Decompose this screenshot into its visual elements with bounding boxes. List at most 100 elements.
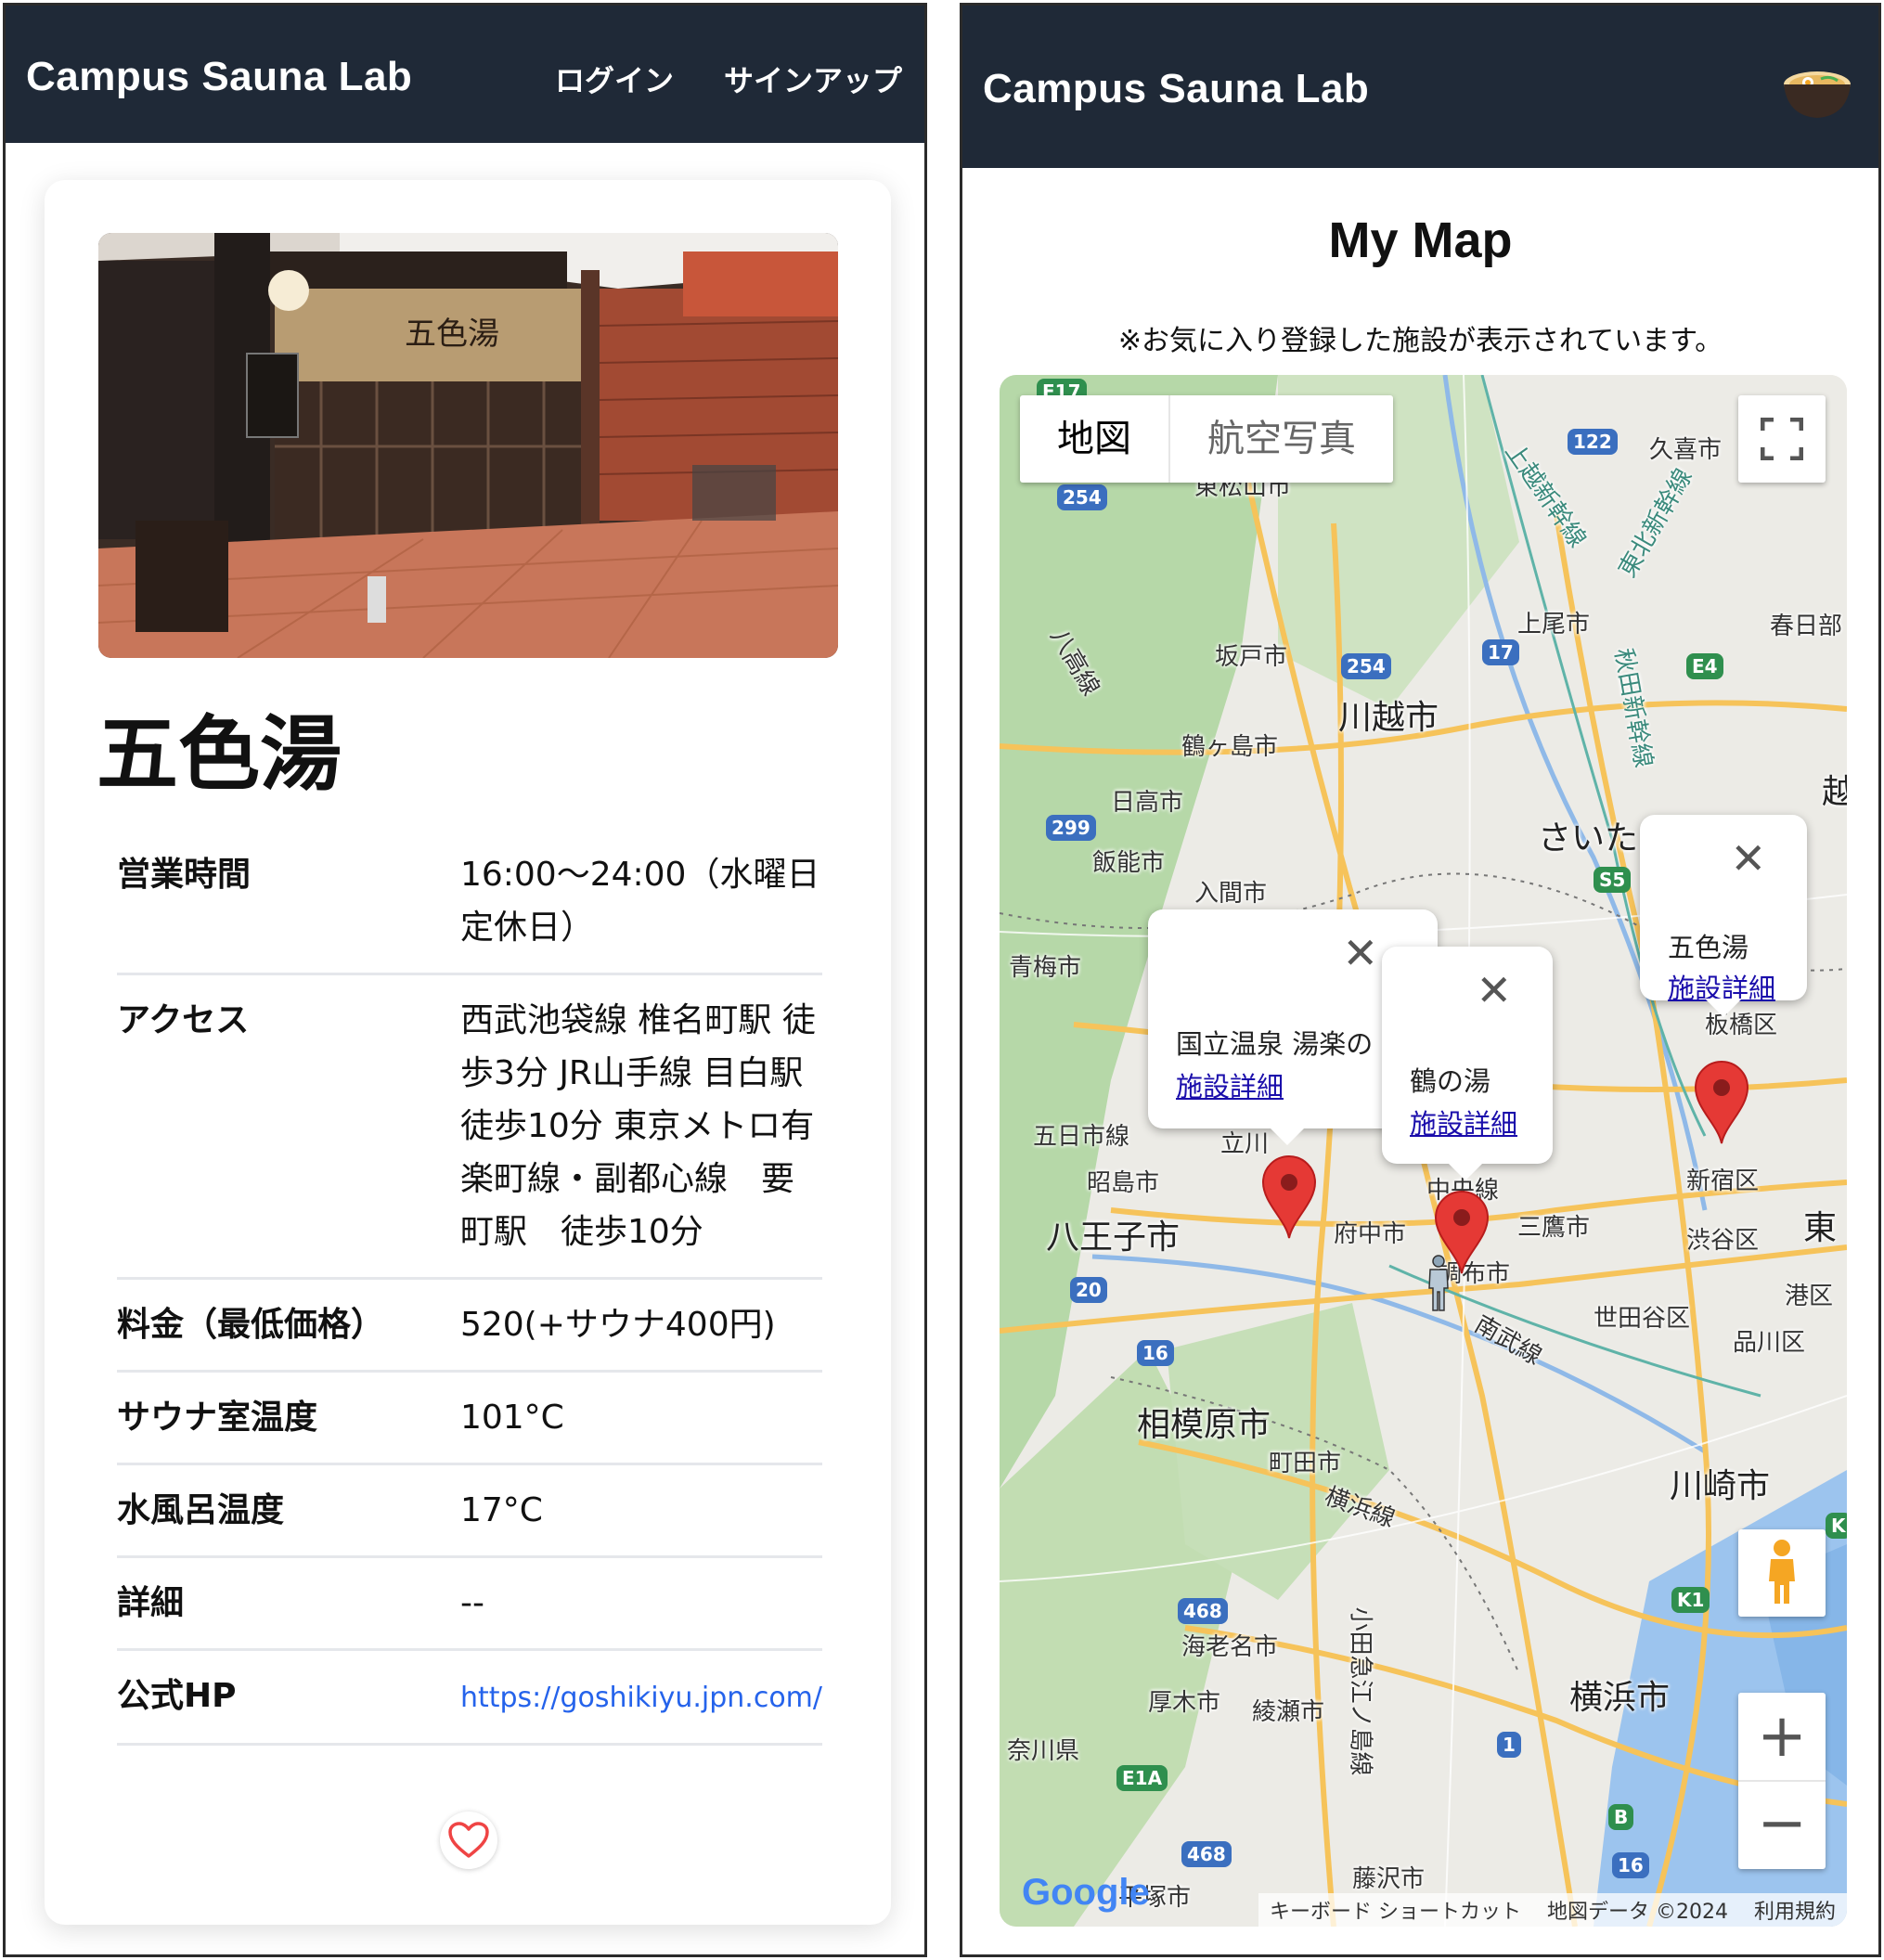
google-logo[interactable]: Google	[1022, 1872, 1150, 1914]
zoom-in-button[interactable]: +	[1738, 1693, 1826, 1782]
map-marker-tsurunoyu[interactable]	[1432, 1190, 1491, 1275]
table-row: アクセス 西武池袋線 椎名町駅 徒歩3分 JR山手線 目白駅 徒歩10分 東京メ…	[117, 974, 822, 1280]
facility-detail-link[interactable]: 施設詳細	[1410, 1102, 1517, 1141]
favorite-button[interactable]	[440, 1812, 497, 1869]
place-label: 府中市	[1334, 1220, 1407, 1248]
hours-label: 営業時間	[117, 830, 460, 975]
login-link[interactable]: ログイン	[555, 58, 674, 100]
place-label: 昭島市	[1087, 1169, 1160, 1197]
fullscreen-button[interactable]	[1738, 395, 1826, 483]
place-label: 小田急江ノ島線	[1346, 1606, 1374, 1776]
place-label: 上尾市	[1517, 611, 1591, 638]
brand-logo[interactable]: Campus Sauna Lab	[983, 66, 1369, 112]
brand-logo[interactable]: Campus Sauna Lab	[26, 54, 412, 100]
highway-shield: B	[1608, 1804, 1634, 1830]
close-icon[interactable]: ✕	[1342, 932, 1378, 974]
bathhouse-photo: 五色湯	[98, 233, 838, 658]
place-label: 日高市	[1111, 789, 1184, 817]
map-type-map-button[interactable]: 地図	[1020, 395, 1170, 483]
facility-detail-link[interactable]: 施設詳細	[1176, 1065, 1284, 1104]
highway-shield: E1A	[1116, 1765, 1168, 1791]
highway-shield: 17	[1482, 639, 1519, 665]
highway-shield: 468	[1178, 1598, 1228, 1624]
place-label: 海老名市	[1181, 1633, 1279, 1661]
highway-shield: 122	[1568, 429, 1618, 455]
map-marker-kunitachi[interactable]	[1259, 1154, 1319, 1240]
price-value: 520(+サウナ400円)	[459, 1278, 822, 1373]
place-label: 厚木市	[1148, 1689, 1221, 1717]
place-label: 相模原市	[1137, 1406, 1271, 1444]
map-type-control: 地図 航空写真	[1020, 395, 1393, 483]
street-view-button[interactable]	[1738, 1529, 1826, 1617]
table-row: 料金（最低価格） 520(+サウナ400円)	[117, 1278, 822, 1373]
place-label: 横浜市	[1569, 1679, 1671, 1717]
place-label: 久喜市	[1649, 436, 1723, 464]
facility-name: 五色湯	[97, 706, 342, 802]
place-label: 綾瀬市	[1252, 1698, 1325, 1726]
facility-detail-screen: Campus Sauna Lab ログイン サインアップ 五色湯 五色湯 営業時…	[3, 3, 927, 1957]
highway-shield: 1	[1497, 1732, 1521, 1758]
place-label: 新宿区	[1686, 1167, 1760, 1195]
place-label: 坂戸市	[1215, 643, 1288, 671]
place-label: 五日市線	[1033, 1123, 1130, 1151]
table-row: 詳細 --	[117, 1556, 822, 1651]
keyboard-shortcuts-link[interactable]: キーボード ショートカット	[1270, 1895, 1521, 1925]
info-window-title: 国立温泉 湯楽の	[1176, 1028, 1374, 1060]
highway-shield: 16	[1137, 1340, 1174, 1366]
place-label: 藤沢市	[1352, 1865, 1426, 1893]
navbar: Campus Sauna Lab	[962, 6, 1878, 168]
signup-link[interactable]: サインアップ	[724, 58, 902, 100]
place-label: 港区	[1785, 1283, 1834, 1310]
table-row: 営業時間 16:00〜24:00（水曜日 定休日）	[117, 830, 822, 975]
close-icon[interactable]: ✕	[1730, 837, 1766, 880]
highway-shield: 16	[1612, 1852, 1649, 1878]
map-data-credit: 地図データ ©2024	[1547, 1901, 1728, 1924]
page-title: My Map	[1328, 213, 1513, 268]
pegman-icon	[1769, 1540, 1795, 1604]
my-map-screen: Campus Sauna Lab My Map ※お気に入り登録した施設が表示さ…	[960, 3, 1881, 1957]
info-window-tsurunoyu: ✕ 鶴の湯 施設詳細	[1382, 947, 1553, 1180]
facility-card: 五色湯 五色湯 営業時間 16:00〜24:00（水曜日 定休日） アクセス 西…	[45, 180, 891, 1925]
map-type-satellite-button[interactable]: 航空写真	[1170, 395, 1393, 483]
sauna-temp-label: サウナ室温度	[117, 1371, 460, 1465]
highway-shield: K1	[1671, 1587, 1710, 1613]
place-label: 八王子市	[1046, 1219, 1181, 1257]
map-attribution: キーボード ショートカット 地図データ ©2024 利用規約	[1258, 1893, 1847, 1927]
hours-value: 16:00〜24:00（水曜日 定休日）	[459, 830, 822, 975]
table-row: 公式HP https://goshikiyu.jpn.com/	[117, 1649, 822, 1746]
table-row: 水風呂温度 17°C	[117, 1464, 822, 1558]
place-label: 渋谷区	[1686, 1227, 1760, 1255]
access-value: 西武池袋線 椎名町駅 徒歩3分 JR山手線 目白駅 徒歩10分 東京メトロ有楽町…	[459, 974, 822, 1280]
water-temp-value: 17°C	[459, 1464, 822, 1558]
info-window-title: 鶴の湯	[1410, 1065, 1491, 1097]
place-label: 鶴ヶ島市	[1181, 733, 1279, 761]
terms-link[interactable]: 利用規約	[1754, 1895, 1836, 1925]
map-marker-goshikiyu[interactable]	[1692, 1060, 1751, 1145]
place-label: 三鷹市	[1517, 1214, 1591, 1242]
close-icon[interactable]: ✕	[1476, 969, 1512, 1012]
ramen-bowl-icon[interactable]	[1780, 57, 1854, 122]
place-label: 世田谷区	[1594, 1305, 1691, 1333]
highway-shield: 468	[1181, 1841, 1232, 1867]
place-label: 川崎市	[1670, 1467, 1771, 1505]
place-label: 品川区	[1733, 1329, 1806, 1357]
water-temp-label: 水風呂温度	[117, 1464, 460, 1558]
place-label: 青梅市	[1009, 954, 1082, 982]
info-window-goshikiyu: ✕ 五色湯 施設詳細	[1640, 815, 1807, 1017]
navbar: Campus Sauna Lab ログイン サインアップ	[6, 6, 924, 143]
info-window-title: 五色湯	[1668, 932, 1749, 963]
zoom-control: + −	[1738, 1693, 1826, 1869]
fullscreen-icon	[1761, 418, 1803, 460]
highway-shield: 299	[1046, 815, 1096, 841]
facility-info-table: 営業時間 16:00〜24:00（水曜日 定休日） アクセス 西武池袋線 椎名町…	[117, 830, 822, 1746]
svg-text:五色湯: 五色湯	[405, 316, 499, 353]
google-map[interactable]: 東松山市 久喜市 上越新幹線 東北新幹線 上尾市 春日部 坂戸市 川越市 鶴ヶ島…	[1000, 375, 1847, 1927]
place-label: 入間市	[1194, 880, 1268, 908]
homepage-link[interactable]: https://goshikiyu.jpn.com/	[460, 1682, 822, 1714]
place-label: 飯能市	[1092, 849, 1166, 877]
place-label: 町田市	[1269, 1450, 1342, 1477]
map-note: ※お気に入り登録した施設が表示されています。	[1117, 325, 1723, 357]
zoom-out-button[interactable]: −	[1738, 1782, 1826, 1869]
highway-shield: 254	[1341, 653, 1391, 679]
place-label: さいた	[1538, 819, 1639, 858]
